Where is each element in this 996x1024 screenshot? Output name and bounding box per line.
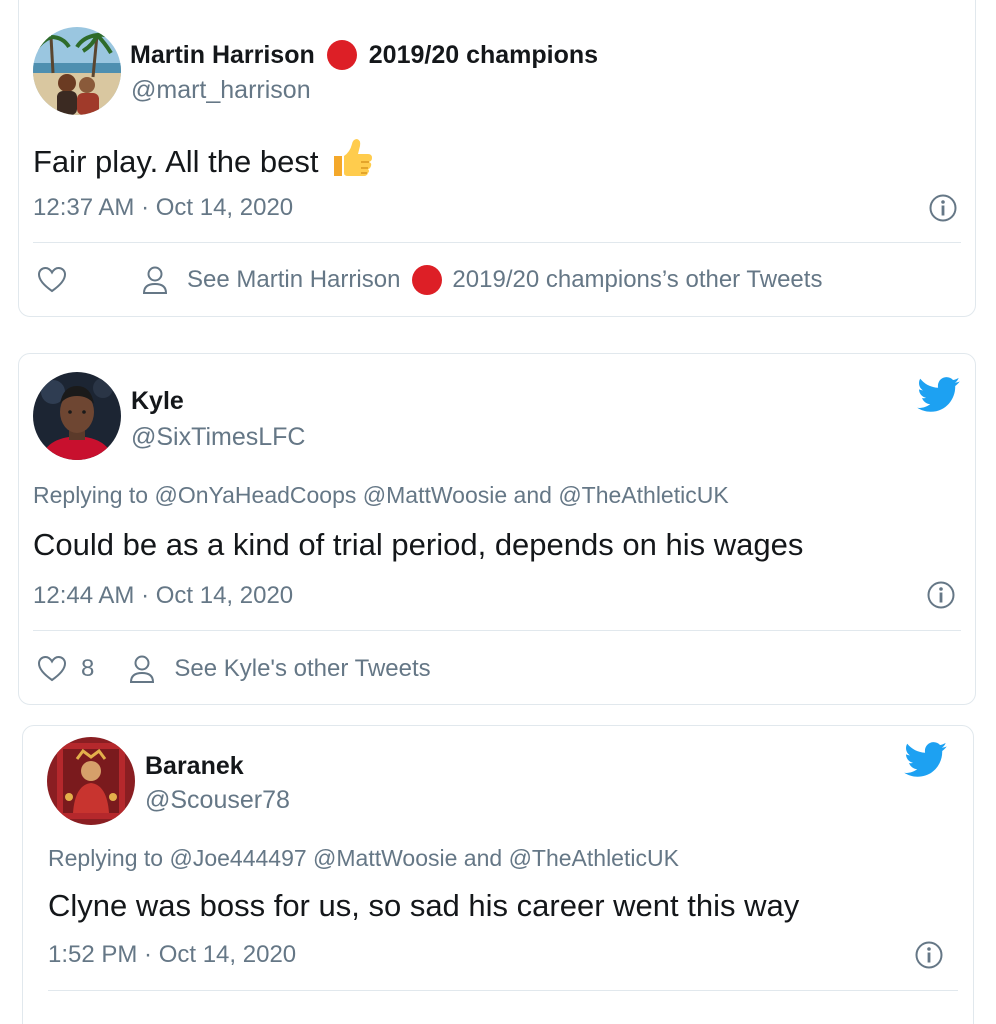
info-icon[interactable] <box>914 940 944 970</box>
author-name-text: Kyle <box>131 387 184 415</box>
replying-prefix: Replying to <box>33 482 149 508</box>
heart-icon[interactable] <box>37 265 67 295</box>
author-handle[interactable]: @SixTimesLFC <box>131 423 305 452</box>
author-handle[interactable]: @mart_harrison <box>131 76 311 105</box>
reply-mention[interactable]: @TheAthleticUK <box>509 845 679 871</box>
twitter-bird-icon[interactable] <box>917 377 961 413</box>
author-name[interactable]: Martin Harrison 2019/20 champions <box>130 40 598 70</box>
replying-prefix: Replying to <box>48 845 164 871</box>
tweet-text-content: Fair play. All the best <box>33 144 319 179</box>
author-name-suffix: 2019/20 champions <box>368 40 599 69</box>
avatar[interactable] <box>47 737 135 825</box>
person-icon <box>130 655 155 683</box>
avatar-image <box>33 27 121 115</box>
author-name[interactable]: Baranek <box>145 752 244 781</box>
tweet-text-content: Clyne was boss for us, so sad his career… <box>48 888 800 923</box>
tweet-timestamp[interactable]: 1:52 PM · Oct 14, 2020 <box>48 941 296 969</box>
replying-to: Replying to @OnYaHeadCoops @MattWoosie a… <box>33 482 729 509</box>
replying-and: and <box>513 482 552 508</box>
avatar-image <box>47 737 135 825</box>
avatar[interactable] <box>33 372 121 460</box>
person-icon <box>142 266 168 294</box>
author-name-text: Baranek <box>145 752 244 780</box>
reply-mention[interactable]: @MattWoosie <box>363 482 507 508</box>
tweet-timestamp[interactable]: 12:37 AM · Oct 14, 2020 <box>33 194 293 222</box>
red-circle-icon <box>412 265 443 295</box>
info-icon[interactable] <box>926 580 956 610</box>
avatar[interactable] <box>33 27 121 115</box>
tweet-timestamp[interactable]: 12:44 AM · Oct 14, 2020 <box>33 582 293 610</box>
avatar-image <box>33 372 121 460</box>
author-name[interactable]: Kyle <box>131 387 184 416</box>
other-tweets-suffix: 2019/20 champions’s other Tweets <box>452 266 823 293</box>
tweet-text: Fair play. All the best <box>33 138 374 186</box>
reply-mention[interactable]: @OnYaHeadCoops <box>154 482 356 508</box>
tweet-text: Could be as a kind of trial period, depe… <box>33 527 803 563</box>
divider <box>33 242 961 243</box>
tweet-text-content: Could be as a kind of trial period, depe… <box>33 527 804 562</box>
twitter-bird-icon[interactable] <box>904 742 948 778</box>
like-count: 8 <box>81 655 95 682</box>
thumbs-up-icon <box>330 138 374 186</box>
other-tweets-link[interactable]: See Martin Harrison 2019/20 champions’s … <box>187 265 822 295</box>
divider <box>48 990 958 991</box>
reply-mention[interactable]: @Joe444497 <box>169 845 306 871</box>
tweet-actions: See Martin Harrison 2019/20 champions’s … <box>37 265 822 295</box>
replying-and: and <box>463 845 503 871</box>
other-tweets-prefix: See Martin Harrison <box>187 266 401 293</box>
info-icon[interactable] <box>928 193 958 223</box>
tweet-actions: 8 See Kyle's other Tweets <box>37 654 431 684</box>
red-circle-icon <box>326 40 357 70</box>
heart-icon[interactable] <box>37 654 67 684</box>
tweet-text: Clyne was boss for us, so sad his career… <box>48 888 799 924</box>
author-name-text: Martin Harrison <box>130 40 315 69</box>
author-handle[interactable]: @Scouser78 <box>145 786 290 815</box>
replying-to: Replying to @Joe444497 @MattWoosie and @… <box>48 845 679 872</box>
other-tweets-link[interactable]: See Kyle's other Tweets <box>174 655 430 683</box>
reply-mention[interactable]: @TheAthleticUK <box>558 482 728 508</box>
divider <box>33 630 961 631</box>
reply-mention[interactable]: @MattWoosie <box>313 845 457 871</box>
tweet-feed: Martin Harrison 2019/20 champions @mart_… <box>0 0 996 1024</box>
